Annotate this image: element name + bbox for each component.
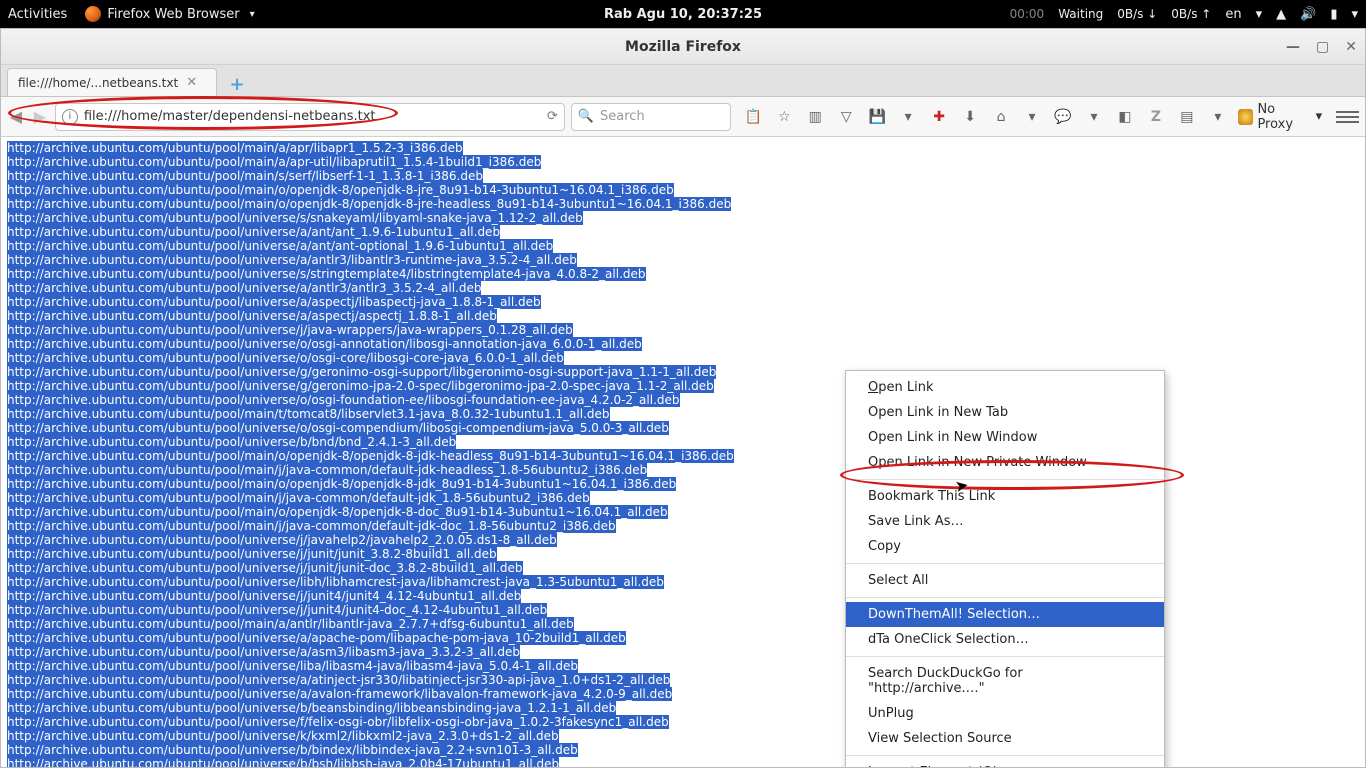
ctx-inspect-element[interactable]: Inspect Element (Q) — [846, 760, 1164, 767]
url-text: file:///home/master/dependensi-netbeans.… — [84, 109, 547, 124]
zotero-z-icon[interactable]: Z — [1145, 106, 1166, 128]
chevron-down-icon[interactable]: ▾ — [1022, 106, 1043, 128]
clock[interactable]: Rab Agu 10, 20:37:25 — [604, 7, 762, 22]
ctx-unplug[interactable]: UnPlug — [846, 701, 1164, 726]
separator — [846, 755, 1164, 756]
context-menu: Open Link Open Link in New Tab Open Link… — [845, 370, 1165, 767]
ctx-dta-oneclick[interactable]: dTa OneClick Selection… — [846, 627, 1164, 652]
browser-tab[interactable]: file:///home/...netbeans.txt ✕ — [7, 68, 217, 96]
chevron-down-icon: ▾ — [1351, 7, 1358, 22]
ctx-downthemall-selection[interactable]: DownThemAll! Selection… — [846, 602, 1164, 627]
separator — [846, 597, 1164, 598]
chevron-down-icon: ▾ — [1316, 109, 1323, 124]
browser-toolbar: ◀ ▶ i file:///home/master/dependensi-net… — [1, 97, 1365, 137]
downloads-icon[interactable]: ⬇ — [960, 106, 981, 128]
close-tab-icon[interactable]: ✕ — [186, 75, 197, 90]
language-indicator[interactable]: en — [1225, 7, 1241, 22]
activities-button[interactable]: Activities — [8, 7, 67, 22]
window-title: Mozilla Firefox — [625, 39, 741, 55]
ctx-copy[interactable]: Copy — [846, 534, 1164, 559]
chevron-down-icon: ▾ — [250, 9, 255, 20]
ctx-save-link-as[interactable]: Save Link As… — [846, 509, 1164, 534]
volume-icon[interactable]: 🔊 — [1300, 7, 1316, 22]
chevron-down-icon[interactable]: ▾ — [898, 106, 919, 128]
firefox-window: Mozilla Firefox — ▢ ✕ file:///home/...ne… — [0, 28, 1366, 768]
firefox-icon — [85, 6, 101, 22]
info-icon[interactable]: i — [62, 109, 78, 125]
url-bar[interactable]: i file:///home/master/dependensi-netbean… — [55, 103, 565, 131]
bookmark-star-icon[interactable]: ☆ — [774, 106, 795, 128]
pocket-icon[interactable]: ▽ — [836, 106, 857, 128]
home-icon[interactable]: ⌂ — [991, 106, 1012, 128]
separator — [846, 563, 1164, 564]
chevron-down-icon: ▾ — [1256, 7, 1263, 22]
chat-icon[interactable]: 💬 — [1053, 106, 1074, 128]
ctx-open-link[interactable]: Open Link — [846, 375, 1164, 400]
chevron-down-icon[interactable]: ▾ — [1207, 106, 1228, 128]
new-tab-button[interactable]: + — [223, 72, 251, 96]
tab-bar: file:///home/...netbeans.txt ✕ + — [1, 65, 1365, 97]
net-down: 0B/s ↓ — [1117, 7, 1157, 21]
ctx-open-private[interactable]: Open Link in New Private Window — [846, 450, 1164, 475]
noproxy-button[interactable]: No Proxy ▾ — [1238, 102, 1322, 132]
tab-label: file:///home/...netbeans.txt — [18, 76, 178, 90]
addon-icon[interactable]: ✚ — [929, 106, 950, 128]
ctx-bookmark-link[interactable]: Bookmark This Link — [846, 484, 1164, 509]
search-bar[interactable]: 🔍 Search — [571, 103, 731, 131]
separator — [846, 656, 1164, 657]
ctx-open-new-tab[interactable]: Open Link in New Tab — [846, 400, 1164, 425]
chevron-down-icon[interactable]: ▾ — [1084, 106, 1105, 128]
page-content[interactable]: http://archive.ubuntu.com/ubuntu/pool/ma… — [1, 137, 1365, 767]
net-up: 0B/s ↑ — [1171, 7, 1211, 21]
shield-icon[interactable]: ◧ — [1114, 106, 1135, 128]
active-app-label[interactable]: Firefox Web Browser ▾ — [85, 6, 254, 22]
timer-value: 00:00 — [1010, 7, 1045, 21]
maximize-button[interactable]: ▢ — [1316, 39, 1329, 55]
search-icon: 🔍 — [578, 109, 594, 124]
ctx-select-all[interactable]: Select All — [846, 568, 1164, 593]
reload-icon[interactable]: ⟳ — [547, 109, 558, 124]
clipboard-icon[interactable]: 📋 — [743, 106, 764, 128]
foxyproxy-icon — [1238, 109, 1253, 125]
search-placeholder: Search — [600, 109, 645, 124]
sidebar-icon[interactable]: ▥ — [805, 106, 826, 128]
separator — [846, 479, 1164, 480]
save-icon[interactable]: 💾 — [867, 106, 888, 128]
battery-icon[interactable]: ▮ — [1330, 7, 1337, 22]
close-button[interactable]: ✕ — [1345, 39, 1357, 55]
ctx-open-new-window[interactable]: Open Link in New Window — [846, 425, 1164, 450]
ctx-view-source[interactable]: View Selection Source — [846, 726, 1164, 751]
minimize-button[interactable]: — — [1286, 39, 1300, 55]
gnome-top-panel: Activities Firefox Web Browser ▾ Rab Agu… — [0, 0, 1366, 28]
forward-button[interactable]: ▶ — [31, 105, 49, 129]
waiting-label: Waiting — [1058, 7, 1103, 21]
hamburger-menu[interactable] — [1336, 105, 1359, 129]
library-icon[interactable]: ▤ — [1176, 106, 1197, 128]
back-button[interactable]: ◀ — [7, 105, 25, 129]
wifi-icon[interactable]: ▲ — [1276, 7, 1286, 22]
ctx-search-ddg[interactable]: Search DuckDuckGo for "http://archive.…" — [846, 661, 1164, 701]
titlebar: Mozilla Firefox — ▢ ✕ — [1, 29, 1365, 65]
